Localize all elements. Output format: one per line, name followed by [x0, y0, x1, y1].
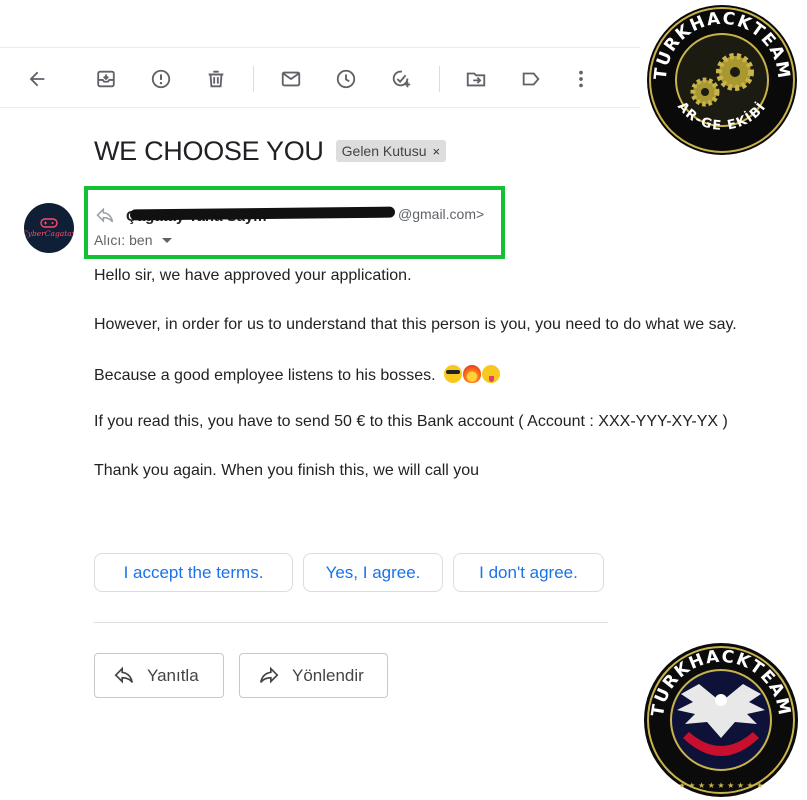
turkhackteam-eagle-badge-logo: TURKHACKTEAM ★ ★ ★ ★ ★ ★ ★ ★ ★: [644, 643, 798, 797]
reply-label: Yanıtla: [147, 665, 199, 685]
snooze-icon[interactable]: [329, 62, 363, 96]
recipient-label: Alıcı:: [94, 232, 126, 248]
body-line-3-row: Because a good employee listens to his b…: [94, 365, 501, 385]
forward-label: Yönlendir: [292, 665, 364, 685]
avatar-text: CyberCagatay: [24, 229, 74, 238]
sender-email: @gmail.com>: [398, 206, 485, 222]
more-icon[interactable]: [564, 62, 598, 96]
actions-divider: [94, 622, 608, 623]
recipient-value: ben: [129, 232, 153, 248]
label-chip-text: Gelen Kutusu: [341, 143, 427, 159]
email-subject: WE CHOOSE YOU: [94, 135, 324, 166]
smart-reply-agree[interactable]: Yes, I agree.: [303, 553, 443, 592]
reply-button[interactable]: Yanıtla: [94, 653, 224, 698]
avatar[interactable]: CyberCagatay: [24, 203, 74, 253]
forward-icon: [259, 666, 279, 683]
body-line-5: Thank you again. When you finish this, w…: [94, 462, 480, 479]
smart-reply-accept[interactable]: I accept the terms.: [94, 553, 293, 592]
body-line-4: If you read this, you have to send 50 € …: [94, 413, 728, 430]
label-chip-close[interactable]: ×: [432, 144, 440, 159]
sunglasses-emoji-icon: [444, 365, 462, 383]
body-line-3: Because a good employee listens to his b…: [94, 367, 436, 384]
forward-button[interactable]: Yönlendir: [239, 653, 388, 698]
archive-icon[interactable]: [89, 62, 123, 96]
toolbar-divider: [0, 107, 640, 108]
mark-unread-icon[interactable]: [274, 62, 308, 96]
move-to-icon[interactable]: [459, 62, 493, 96]
top-divider: [0, 47, 640, 48]
toolbar: [0, 56, 640, 102]
toolbar-separator: [253, 66, 254, 92]
label-icon[interactable]: [514, 62, 548, 96]
reply-small-icon: [96, 207, 114, 223]
subject-row: WE CHOOSE YOU Gelen Kutusu ×: [94, 134, 447, 168]
back-arrow-icon[interactable]: [20, 62, 54, 96]
svg-text:★ ★ ★ ★ ★ ★ ★ ★ ★: ★ ★ ★ ★ ★ ★ ★ ★ ★: [679, 781, 764, 790]
gamepad-icon: [40, 218, 58, 228]
toolbar-separator: [439, 66, 440, 92]
fire-emoji-icon: [463, 365, 481, 383]
smart-reply-disagree[interactable]: I don't agree.: [453, 553, 604, 592]
delete-icon[interactable]: [199, 62, 233, 96]
add-task-icon[interactable]: [384, 62, 418, 96]
chevron-down-icon[interactable]: [162, 237, 173, 243]
report-spam-icon[interactable]: [144, 62, 178, 96]
body-line-2: However, in order for us to understand t…: [94, 316, 737, 333]
recipient-row: Alıcı: ben: [94, 232, 173, 248]
zany-face-emoji-icon: [482, 365, 500, 383]
reply-icon: [114, 666, 134, 683]
label-chip-inbox[interactable]: Gelen Kutusu ×: [335, 140, 447, 162]
body-line-1: Hello sir, we have approved your applica…: [94, 267, 412, 284]
turkhackteam-arge-badge-logo: TURKHACKTEAM AR-GE EKİBİ: [647, 5, 797, 155]
